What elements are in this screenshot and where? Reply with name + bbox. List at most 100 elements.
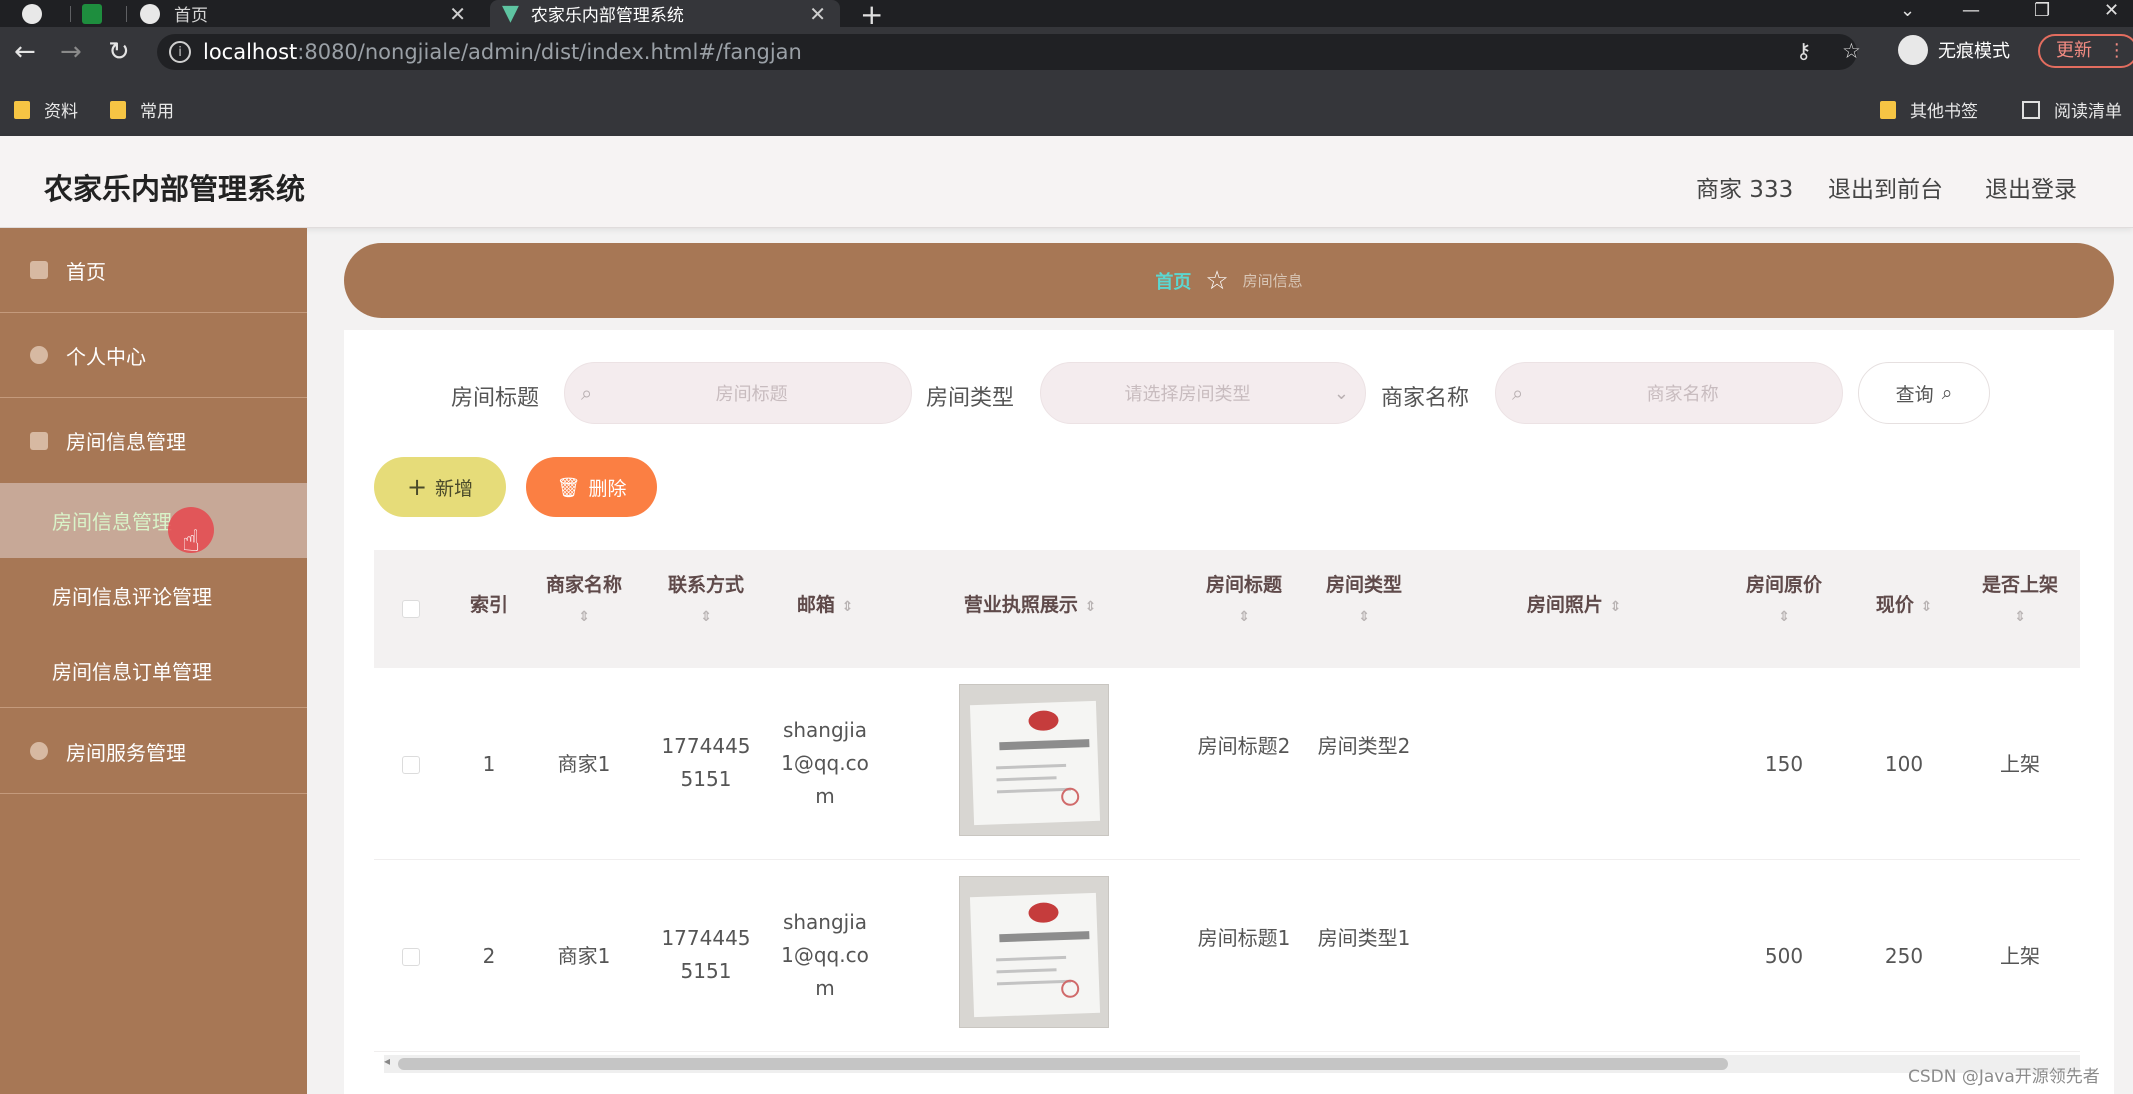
sidebar-subitem-label: 房间信息管理 (52, 510, 172, 534)
column-header[interactable]: 邮箱 ⇕ (780, 590, 870, 620)
sort-icon: ⇕ (1778, 609, 1790, 626)
sidebar-subitem-room-comments[interactable]: 房间信息评论管理 (0, 558, 307, 633)
reload-icon[interactable]: ↻ (108, 37, 130, 67)
cell-price: 250 (1884, 944, 1924, 968)
sidebar-item-room-service[interactable]: 房间服务管理 (0, 709, 307, 794)
breadcrumb-current: 房间信息 (1242, 272, 1303, 290)
service-icon (30, 742, 48, 760)
scrollbar-thumb[interactable] (398, 1058, 1728, 1070)
cell-original-price: 500 (1764, 944, 1804, 968)
vue-logo-icon: ▼ (502, 1, 519, 26)
sort-icon: ⇕ (841, 599, 854, 615)
close-icon[interactable]: ✕ (809, 2, 826, 26)
folder-icon (14, 100, 30, 119)
sort-icon: ⇕ (1084, 599, 1097, 615)
horizontal-scrollbar[interactable]: ◂ (384, 1054, 2080, 1073)
add-button[interactable]: + 新增 (374, 457, 506, 517)
row-checkbox[interactable] (402, 948, 420, 966)
search-label-type: 房间类型 (926, 386, 1015, 411)
cell-phone: 17744455151 (661, 734, 751, 791)
browser-tab-app[interactable]: ▼ 农家乐内部管理系统 ✕ (490, 0, 840, 27)
input-placeholder: 房间标题 (715, 384, 788, 405)
incognito-icon (1898, 35, 1928, 65)
cell-email: shangjia1@qq.com (781, 910, 869, 1000)
cell-room-title: 房间标题1 (1197, 926, 1291, 950)
table-row[interactable]: 1 商家1 17744455151 shangjia1@qq.com 房间标题2… (374, 668, 2080, 860)
merchant-name-search-input[interactable]: ⌕ 商家名称 (1495, 362, 1843, 424)
sidebar-item-room-info[interactable]: 房间信息管理 (0, 398, 307, 483)
url-host: localhost (203, 40, 298, 64)
room-title-search-input[interactable]: ⌕ 房间标题 (564, 362, 912, 424)
bookmark-folder[interactable]: 常用 (110, 97, 174, 122)
globe-icon (22, 3, 42, 24)
column-header[interactable]: 房间标题 ⇕ (1194, 570, 1294, 631)
key-icon[interactable]: ⚷ (1796, 39, 1811, 63)
column-header[interactable]: 现价 ⇕ (1854, 590, 1954, 620)
column-header[interactable]: 营业执照展示 ⇕ (940, 590, 1120, 620)
sidebar-item-label: 房间信息管理 (66, 430, 186, 454)
minimize-icon[interactable]: — (1962, 0, 1980, 21)
business-license-image[interactable] (959, 876, 1109, 1028)
row-checkbox[interactable] (402, 756, 420, 774)
reading-list[interactable]: 阅读清单 (2022, 97, 2122, 122)
restore-icon[interactable]: ❐ (2034, 0, 2050, 21)
cell-status: 上架 (2000, 944, 2040, 968)
query-label: 查询 (1895, 383, 1934, 406)
incognito-label: 无痕模式 (1938, 41, 2010, 62)
incognito-indicator[interactable]: 无痕模式 (1898, 35, 2010, 65)
logout-link[interactable]: 退出登录 (1985, 170, 2077, 204)
cell-email: shangjia1@qq.com (781, 718, 869, 808)
close-icon[interactable]: ✕ (449, 2, 466, 26)
column-header[interactable]: 房间类型 ⇕ (1314, 570, 1414, 631)
select-all-checkbox[interactable] (402, 600, 420, 618)
column-header[interactable]: 房间原价 ⇕ (1734, 570, 1834, 631)
add-label: 新增 (435, 477, 474, 500)
search-icon: ⌕ (1512, 381, 1524, 405)
cell-original-price: 150 (1764, 752, 1804, 776)
back-icon[interactable]: ← (14, 37, 36, 67)
watermark: CSDN @Java开源领先者 (1908, 1067, 2100, 1087)
browser-tab-home[interactable]: 首页 ✕ (140, 0, 480, 27)
bookmarks-bar: 资料 常用 其他书签 阅读清单 (0, 93, 2133, 136)
sidebar-subitem-label: 房间信息评论管理 (52, 585, 212, 609)
forward-icon[interactable]: → (60, 37, 82, 67)
table-row[interactable]: 2 商家1 17744455151 shangjia1@qq.com 房间标题1… (374, 860, 2080, 1052)
update-button[interactable]: 更新 ⋮ (2038, 34, 2133, 68)
update-label: 更新 (2056, 40, 2092, 61)
column-header[interactable]: 联系方式 ⇕ (656, 570, 756, 631)
spreadsheet-icon (82, 3, 102, 24)
column-header[interactable]: 商家名称 ⇕ (534, 570, 634, 631)
sort-icon: ⇕ (1238, 609, 1250, 626)
column-header[interactable]: 是否上架 ⇕ (1970, 570, 2070, 631)
breadcrumb: 首页 ☆ 房间信息 (344, 243, 2114, 318)
sidebar-item-profile[interactable]: 个人中心 (0, 313, 307, 398)
query-button[interactable]: 查询 ⌕ (1858, 362, 1990, 424)
bookmark-label: 资料 (44, 102, 78, 122)
breadcrumb-home[interactable]: 首页 (1155, 268, 1191, 294)
sort-icon: ⇕ (1609, 599, 1622, 615)
bookmark-folder[interactable]: 资料 (14, 97, 78, 122)
sidebar-item-label: 首页 (66, 259, 106, 284)
site-info-icon[interactable]: i (169, 41, 191, 63)
exit-to-front-link[interactable]: 退出到前台 (1828, 170, 1943, 204)
address-bar[interactable]: i localhost :8080/nongjiale/admin/dist/i… (157, 34, 1857, 70)
sidebar-subitem-room-info[interactable]: 房间信息管理 (0, 483, 307, 558)
delete-button[interactable]: 🗑 删除 (526, 457, 657, 517)
room-type-select[interactable]: 请选择房间类型 ⌄ (1040, 362, 1366, 424)
bookmark-star-icon[interactable]: ☆ (1842, 39, 1861, 63)
column-header[interactable]: 房间照片 ⇕ (1504, 590, 1644, 620)
browser-sheet-tab[interactable] (82, 0, 122, 27)
browser-toolbar: ← → ↻ i localhost :8080/nongjiale/admin/… (0, 27, 2133, 93)
browser-tab-bar: 首页 ✕ ▼ 农家乐内部管理系统 ✕ + ⌄ — ❐ ✕ (0, 0, 2133, 31)
more-icon[interactable]: ⋮ (2108, 40, 2126, 61)
sidebar-subitem-room-orders[interactable]: 房间信息订单管理 (0, 633, 307, 708)
business-license-image[interactable] (959, 684, 1109, 836)
bookmark-label: 常用 (140, 102, 174, 122)
browser-globe-tab[interactable] (22, 0, 62, 27)
other-bookmarks[interactable]: 其他书签 (1880, 97, 1978, 122)
tab-search-icon[interactable]: ⌄ (1900, 0, 1915, 21)
scroll-left-icon[interactable]: ◂ (384, 1054, 390, 1068)
sidebar-item-home[interactable]: 首页 (0, 228, 307, 313)
star-icon: ☆ (1205, 265, 1229, 296)
close-window-icon[interactable]: ✕ (2104, 0, 2119, 21)
